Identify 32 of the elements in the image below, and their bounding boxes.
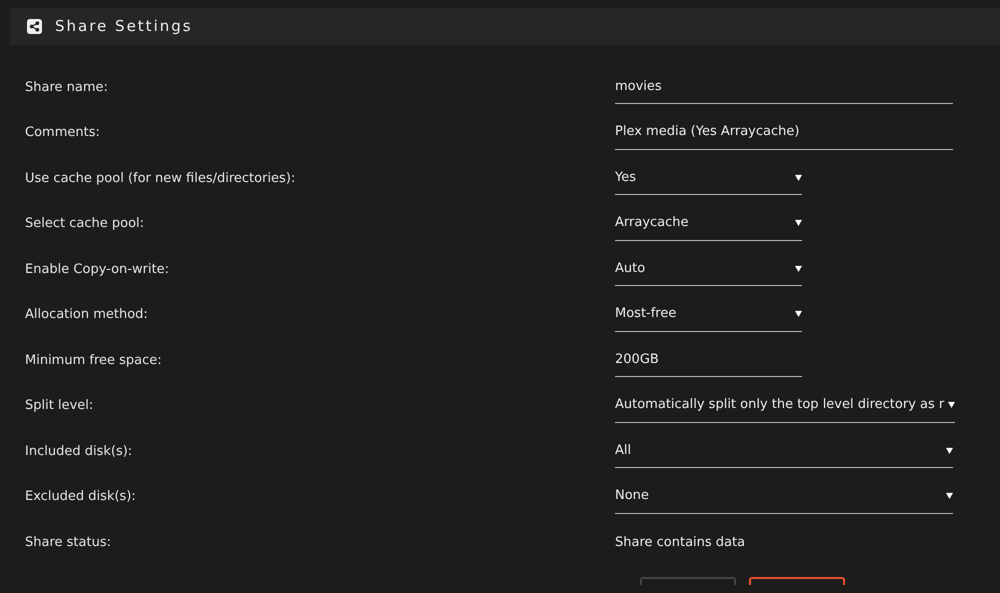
share-icon — [27, 19, 42, 34]
caret-icon — [795, 174, 802, 181]
setting-label: Use cache pool (for new files/directories): — [24, 170, 296, 188]
dropdown-select[interactable]: Arraycache — [615, 207, 802, 240]
caret-icon — [795, 310, 802, 318]
dropdown-select[interactable]: Most-free — [615, 298, 802, 332]
dropdown-select[interactable]: Auto — [615, 252, 802, 286]
caret-icon — [795, 219, 802, 226]
text-field[interactable]: 200GB — [615, 344, 802, 377]
setting-label: Allocation method: — [24, 306, 149, 324]
setting-label: Split level: — [24, 397, 94, 415]
text-field[interactable]: Plex media (Yes Arraycache) — [615, 116, 953, 150]
delete-button[interactable] — [749, 577, 845, 585]
setting-label: Minimum free space: — [24, 352, 163, 370]
caret-icon — [946, 446, 953, 454]
caret-icon — [946, 492, 953, 500]
panel-title: Share Settings — [55, 16, 193, 38]
caret-icon — [948, 401, 954, 408]
setting-label: Share status: — [24, 534, 112, 552]
setting-label: Comments: — [24, 124, 101, 142]
status-text: Share contains data — [615, 534, 746, 552]
setting-label: Excluded disk(s): — [24, 488, 137, 506]
setting-label: Enable Copy-on-write: — [24, 260, 170, 278]
dropdown-select[interactable]: Yes — [615, 162, 802, 195]
setting-label: Included disk(s): — [24, 442, 134, 460]
dropdown-select[interactable]: None — [615, 480, 953, 514]
text-field[interactable]: movies — [615, 70, 953, 104]
dropdown-select[interactable]: All — [615, 434, 953, 468]
dropdown-select[interactable]: Automatically split only the top level directory as r — [615, 389, 954, 422]
caret-icon — [795, 264, 802, 272]
setting-label: Select cache pool: — [24, 215, 146, 233]
setting-label: Share name: — [24, 78, 109, 96]
